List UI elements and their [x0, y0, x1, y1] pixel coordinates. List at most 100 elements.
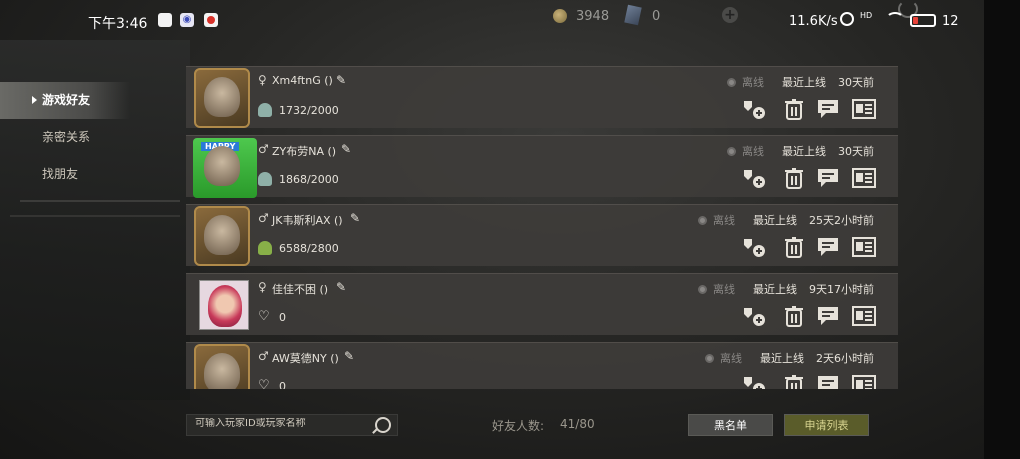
notification-icon — [158, 13, 172, 27]
add-currency-icon[interactable]: + — [722, 7, 738, 23]
friend-row[interactable]: ♂ JK韦斯利AX () ✎ 6588/2800 离线 最近上线 25天2小时前 — [186, 204, 898, 266]
people-icon — [258, 172, 272, 186]
friend-stat: 1868/2000 — [279, 173, 339, 186]
add-friend-icon[interactable] — [742, 167, 766, 189]
friend-name: AW莫德NY () — [272, 352, 339, 365]
avatar[interactable] — [191, 136, 257, 198]
avatar[interactable] — [191, 205, 253, 267]
avatar[interactable] — [191, 343, 253, 389]
people-icon — [258, 103, 272, 117]
row-actions — [742, 236, 876, 258]
friend-name: ZY布劳NA () — [272, 145, 337, 158]
friend-row[interactable]: ♀ Xm4ftnG () ✎ 1732/2000 离线 最近上线 30天前 — [186, 66, 898, 128]
blacklist-button[interactable]: 黑名单 — [688, 414, 773, 436]
delete-icon[interactable] — [782, 305, 806, 327]
profile-card-icon[interactable] — [852, 236, 876, 258]
avatar[interactable] — [191, 274, 253, 336]
row-actions — [742, 305, 876, 327]
online-status: 离线 最近上线 25天2小时前 — [698, 212, 874, 228]
green-people-icon — [258, 241, 272, 255]
profile-card-icon[interactable] — [852, 305, 876, 327]
search-icon[interactable] — [375, 417, 391, 433]
profile-card-icon[interactable] — [852, 167, 876, 189]
friend-stat: 1732/2000 — [279, 104, 339, 117]
gender-icon: ♀ — [258, 280, 267, 294]
network-speed: 11.6K/s — [789, 14, 838, 29]
friend-row[interactable]: ♀ 佳佳不困 () ✎ ♡ 0 离线 最近上线 9天17小时前 — [186, 273, 898, 335]
sidebar: 游戏好友 亲密关系 找朋友 — [0, 82, 130, 193]
online-status: 离线 最近上线 2天6小时前 — [705, 350, 874, 366]
chat-icon[interactable] — [816, 167, 840, 189]
online-status: 离线 最近上线 30天前 — [727, 74, 874, 90]
friend-stat: 6588/2800 — [279, 242, 339, 255]
friend-count: 41/80 — [560, 417, 595, 431]
status-time: 下午3:46 — [88, 16, 148, 32]
row-actions — [742, 98, 876, 120]
online-status: 离线 最近上线 9天17小时前 — [698, 281, 874, 297]
battery-icon — [910, 14, 936, 27]
friend-stat: 0 — [279, 380, 286, 389]
profile-card-icon[interactable] — [852, 374, 876, 389]
delete-icon[interactable] — [782, 167, 806, 189]
app-notification-icon: ◉ — [180, 13, 194, 27]
friend-name: 佳佳不困 () — [272, 283, 329, 296]
coin-count: 3948 — [576, 9, 610, 24]
sidebar-item-relationships[interactable]: 亲密关系 — [0, 119, 130, 156]
hd-badge: HD — [860, 11, 873, 20]
search-box — [186, 414, 398, 436]
apply-list-button[interactable]: 申请列表 — [784, 414, 869, 436]
status-dot-icon — [698, 216, 707, 225]
add-friend-icon[interactable] — [742, 374, 766, 389]
alarm-icon — [840, 12, 854, 26]
chat-icon[interactable] — [816, 305, 840, 327]
friend-name: JK韦斯利AX () — [272, 214, 343, 227]
sidebar-item-game-friends[interactable]: 游戏好友 — [0, 82, 130, 119]
status-dot-icon — [705, 354, 714, 363]
gender-icon: ♀ — [258, 73, 267, 87]
background-fence — [10, 215, 180, 217]
friend-count-label: 好友人数: — [492, 419, 545, 433]
card-currency-icon — [624, 4, 642, 26]
wifi-icon — [886, 12, 904, 26]
edit-remark-icon[interactable]: ✎ — [350, 211, 360, 225]
status-dot-icon — [727, 78, 736, 87]
background-edge — [984, 0, 1020, 459]
status-bar: 下午3:46 ◉ 3948 0 + 11.6K/s HD 12 — [0, 0, 1020, 40]
chat-icon[interactable] — [816, 374, 840, 389]
gender-icon: ♂ — [258, 349, 269, 363]
add-friend-icon[interactable] — [742, 305, 766, 327]
friend-stat: 0 — [279, 311, 286, 324]
add-friend-icon[interactable] — [742, 236, 766, 258]
chat-icon[interactable] — [816, 98, 840, 120]
edit-remark-icon[interactable]: ✎ — [336, 280, 346, 294]
app-notification-icon — [204, 13, 218, 27]
delete-icon[interactable] — [782, 98, 806, 120]
profile-card-icon[interactable] — [852, 98, 876, 120]
status-dot-icon — [727, 147, 736, 156]
friend-list[interactable]: ♀ Xm4ftnG () ✎ 1732/2000 离线最近上线30天前 ♂ ZY… — [186, 66, 898, 389]
chat-icon[interactable] — [816, 236, 840, 258]
row-actions — [742, 167, 876, 189]
battery-level: 12 — [942, 14, 959, 29]
sidebar-item-find-friends[interactable]: 找朋友 — [0, 156, 130, 193]
add-friend-icon[interactable] — [742, 98, 766, 120]
avatar[interactable] — [191, 67, 253, 129]
gender-icon: ♂ — [258, 142, 269, 156]
status-dot-icon — [698, 285, 707, 294]
edit-remark-icon[interactable]: ✎ — [341, 142, 351, 156]
background-fence — [20, 200, 180, 202]
card-count: 0 — [652, 9, 661, 24]
gender-icon: ♂ — [258, 211, 269, 225]
friend-row[interactable]: ♂ ZY布劳NA () ✎ 1868/2000 离线最近上线30天前 — [186, 135, 898, 198]
coin-icon — [553, 9, 567, 23]
edit-remark-icon[interactable]: ✎ — [336, 73, 346, 87]
delete-icon[interactable] — [782, 236, 806, 258]
online-status: 离线 最近上线 30天前 — [727, 143, 874, 159]
row-actions — [742, 374, 876, 389]
friend-row[interactable]: ♂ AW莫德NY () ✎ ♡ 0 离线 最近上线 2天6小时前 — [186, 342, 898, 389]
search-input[interactable] — [195, 418, 365, 429]
delete-icon[interactable] — [782, 374, 806, 389]
heart-icon: ♡ — [258, 309, 270, 324]
edit-remark-icon[interactable]: ✎ — [344, 349, 354, 363]
friend-name: Xm4ftnG () — [272, 74, 333, 87]
